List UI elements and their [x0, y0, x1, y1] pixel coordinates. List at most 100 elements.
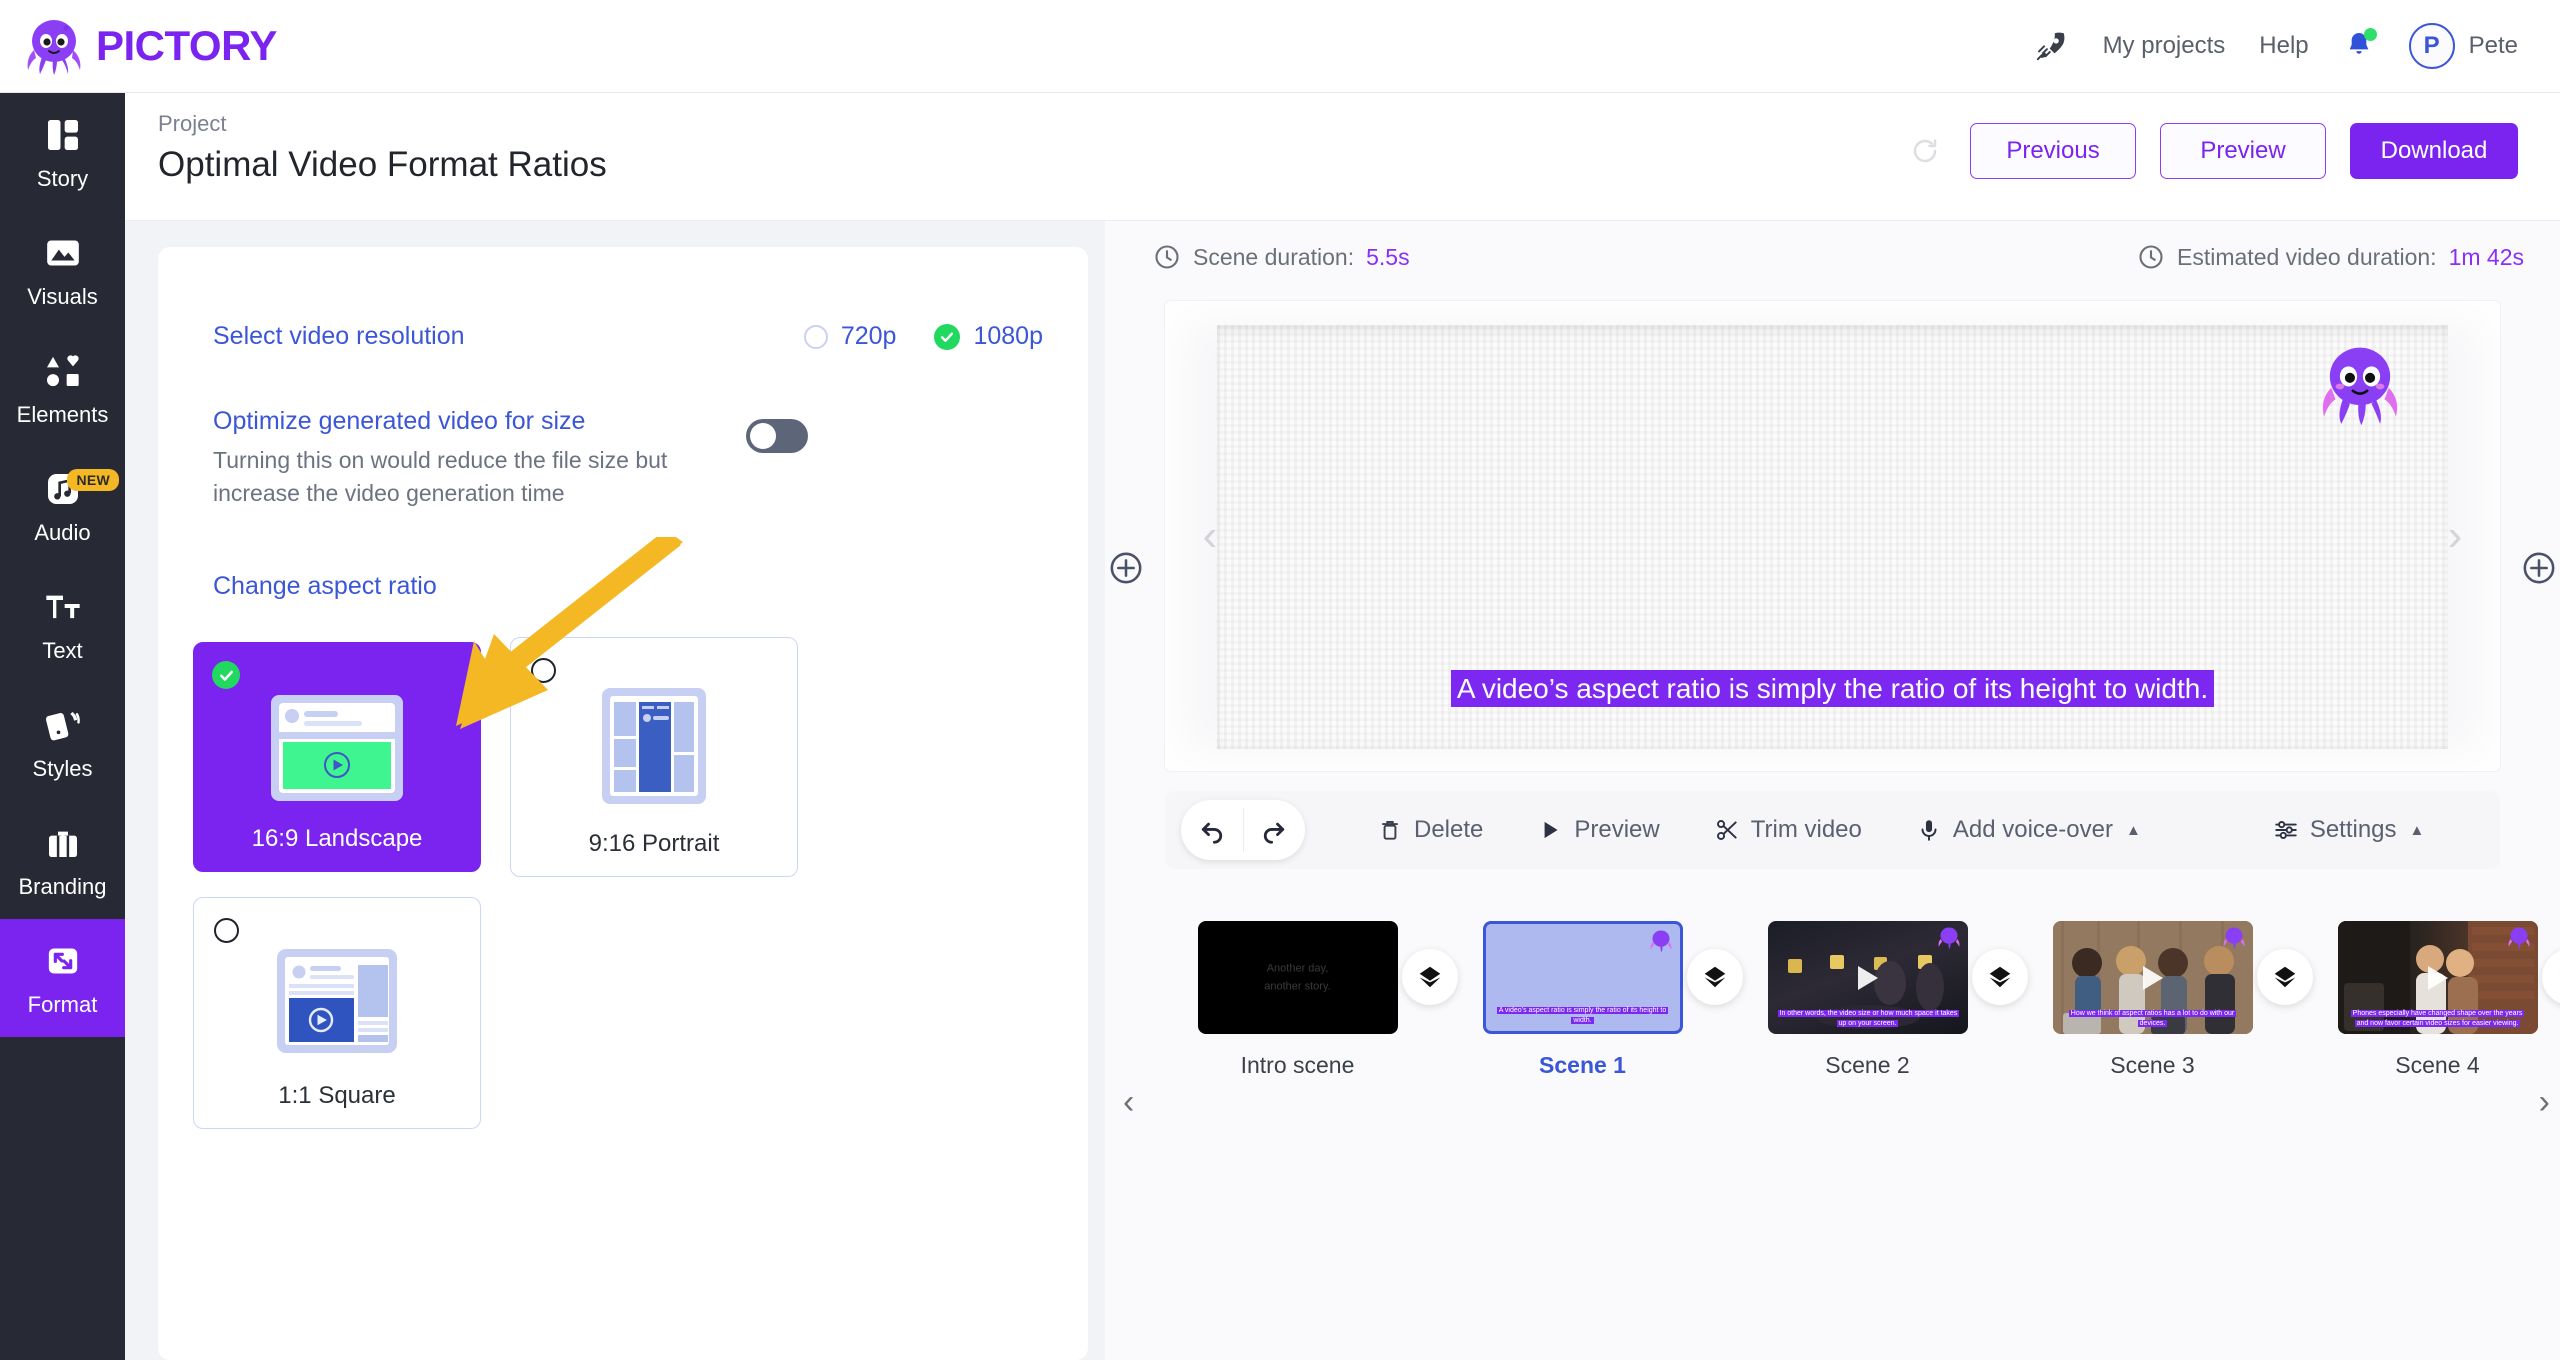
- toggle-knob: [750, 423, 776, 449]
- text-size-icon: [43, 584, 83, 630]
- briefcase-icon: [43, 820, 83, 866]
- undo-button[interactable]: [1181, 800, 1243, 860]
- sidebar-item-audio[interactable]: NEW Audio: [0, 447, 125, 565]
- scene-thumbnail[interactable]: In other words, the video size or how mu…: [1767, 921, 1968, 1034]
- add-transition-button[interactable]: [2542, 949, 2560, 1005]
- aspect-preview-9-16: [511, 686, 797, 806]
- user-menu[interactable]: P Pete: [2408, 23, 2518, 69]
- play-icon: [1544, 821, 1558, 839]
- add-scene-left-button[interactable]: [1109, 551, 1143, 585]
- previous-button[interactable]: Previous: [1970, 123, 2136, 179]
- scene-item-intro[interactable]: Another day, another story. Intro scene: [1155, 921, 1458, 1079]
- scene-strip: ‹ › Another day, another story. Intro sc…: [1105, 901, 2560, 1360]
- video-caption-text: A video’s aspect ratio is simply the rat…: [1450, 670, 2215, 708]
- octopus-character-icon: [2508, 927, 2529, 950]
- shapes-icon: [43, 348, 83, 394]
- user-name: Pete: [2468, 32, 2518, 59]
- scene-caption: How we think of aspect ratios has a lot …: [2063, 1009, 2243, 1028]
- check-circle-icon: [934, 323, 961, 350]
- next-scene-arrow[interactable]: ›: [2438, 493, 2472, 579]
- scene-thumbnail[interactable]: How we think of aspect ratios has a lot …: [2052, 921, 2253, 1034]
- dashboard-icon: [43, 112, 83, 158]
- project-header: Project Optimal Video Format Ratios Prev…: [125, 93, 2560, 221]
- scene-list: Another day,another story. Intro scene: [1155, 921, 2560, 1079]
- sidebar-item-branding[interactable]: Branding: [0, 801, 125, 919]
- resize-icon: [43, 938, 83, 984]
- preview-panel: Scene duration: 5.5s Estimated video dur…: [1105, 221, 2560, 1360]
- strip-next-button[interactable]: ›: [2539, 1083, 2550, 1122]
- help-link[interactable]: Help: [2259, 32, 2308, 60]
- optimize-toggle[interactable]: [746, 419, 808, 453]
- aspect-preview-1-1: [194, 946, 480, 1056]
- previous-scene-arrow[interactable]: ‹: [1193, 493, 1227, 579]
- delete-button[interactable]: Delete: [1377, 816, 1483, 844]
- aspect-option-9-16[interactable]: 9:16 Portrait: [510, 637, 798, 877]
- scene-item-3[interactable]: How we think of aspect ratios has a lot …: [2010, 921, 2313, 1079]
- redo-button[interactable]: [1243, 800, 1305, 860]
- scene-thumbnail[interactable]: A video’s aspect ratio is simply the rat…: [1482, 921, 1683, 1034]
- scene-title: Scene 1: [1539, 1052, 1626, 1078]
- app-logo[interactable]: PICTORY: [22, 16, 277, 76]
- aspect-label-9-16: 9:16 Portrait: [588, 830, 720, 857]
- settings-button[interactable]: Settings ▲: [2273, 816, 2424, 844]
- preview-button[interactable]: Preview: [2160, 123, 2326, 179]
- add-transition-button[interactable]: [1402, 949, 1458, 1005]
- sidebar-item-visuals[interactable]: Visuals: [0, 211, 125, 329]
- sidebar-label-styles: Styles: [32, 756, 93, 781]
- top-navigation-bar: PICTORY My projects Help P Pete: [0, 0, 2560, 93]
- notifications-button[interactable]: [2343, 28, 2377, 64]
- sidebar-label-format: Format: [27, 992, 98, 1017]
- video-preview-stage[interactable]: A video’s aspect ratio is simply the rat…: [1165, 301, 2500, 771]
- add-scene-right-button[interactable]: [2522, 551, 2556, 585]
- strip-prev-button[interactable]: ‹: [1123, 1083, 1134, 1122]
- sidebar-label-audio: Audio: [34, 520, 91, 545]
- notification-dot: [2363, 28, 2377, 41]
- layers-icon: [1704, 966, 1726, 988]
- trim-video-label: Trim video: [1750, 816, 1862, 843]
- preview-scene-button[interactable]: Preview: [1537, 816, 1660, 844]
- add-transition-button[interactable]: [1687, 949, 1743, 1005]
- sidebar-label-text: Text: [42, 638, 83, 663]
- resolution-option-720p-label: 720p: [840, 322, 897, 350]
- add-voice-over-label: Add voice-over: [1952, 816, 2113, 843]
- sidebar-item-format[interactable]: Format: [0, 919, 125, 1037]
- scene-duration-value: 5.5s: [1366, 243, 1410, 270]
- format-settings-panel: Select video resolution 720p 1080p Optim…: [125, 221, 1105, 1360]
- sidebar-item-styles[interactable]: Styles: [0, 683, 125, 801]
- aspect-option-1-1[interactable]: 1:1 Square: [193, 897, 481, 1129]
- scene-item-1[interactable]: A video’s aspect ratio is simply the rat…: [1440, 921, 1743, 1079]
- add-transition-button[interactable]: [1972, 949, 2028, 1005]
- video-caption[interactable]: A video’s aspect ratio is simply the rat…: [1327, 670, 2338, 708]
- scene-thumbnail[interactable]: Another day, another story.: [1197, 921, 1398, 1034]
- octopus-character-icon: [1938, 927, 1959, 950]
- aspect-ratio-label: Change aspect ratio: [213, 572, 437, 600]
- clock-icon: [2139, 245, 2163, 269]
- sidebar-item-story[interactable]: Story: [0, 93, 125, 211]
- octopus-logo-icon: [27, 20, 81, 75]
- undo-icon: [1201, 822, 1222, 844]
- add-transition-button[interactable]: [2257, 949, 2313, 1005]
- scene-item-2[interactable]: In other words, the video size or how mu…: [1725, 921, 2028, 1079]
- sidebar-item-text[interactable]: Text: [0, 565, 125, 683]
- trim-video-button[interactable]: Trim video: [1714, 816, 1862, 844]
- delete-label: Delete: [1414, 816, 1484, 843]
- scene-thumbnail[interactable]: Phones especially have changed shape ove…: [2337, 921, 2538, 1034]
- resolution-option-1080p[interactable]: 1080p: [934, 322, 1043, 351]
- video-canvas[interactable]: A video’s aspect ratio is simply the rat…: [1217, 325, 2448, 749]
- aspect-option-16-9[interactable]: 16:9 Landscape: [193, 642, 481, 872]
- header-actions: Previous Preview Download: [1910, 123, 2518, 179]
- add-voice-over-button[interactable]: Add voice-over ▲: [1916, 816, 2141, 844]
- download-button[interactable]: Download: [2350, 123, 2518, 179]
- scene-caption: In other words, the video size or how mu…: [1777, 1009, 1960, 1028]
- aspect-label-16-9: 16:9 Landscape: [251, 825, 423, 852]
- resolution-label: Select video resolution: [213, 322, 465, 350]
- rocket-icon[interactable]: [2033, 28, 2069, 64]
- my-projects-link[interactable]: My projects: [2103, 32, 2226, 60]
- scene-toolbar: Delete Preview Trim video Add voice-over…: [1165, 791, 2500, 869]
- resolution-option-720p[interactable]: 720p: [803, 322, 897, 351]
- sidebar-label-visuals: Visuals: [27, 284, 98, 309]
- scene-title: Scene 2: [1825, 1052, 1910, 1078]
- sidebar-item-elements[interactable]: Elements: [0, 329, 125, 447]
- optimize-description: Turning this on would reduce the file si…: [213, 447, 668, 507]
- scene-item-4[interactable]: Phones especially have changed shape ove…: [2295, 921, 2560, 1079]
